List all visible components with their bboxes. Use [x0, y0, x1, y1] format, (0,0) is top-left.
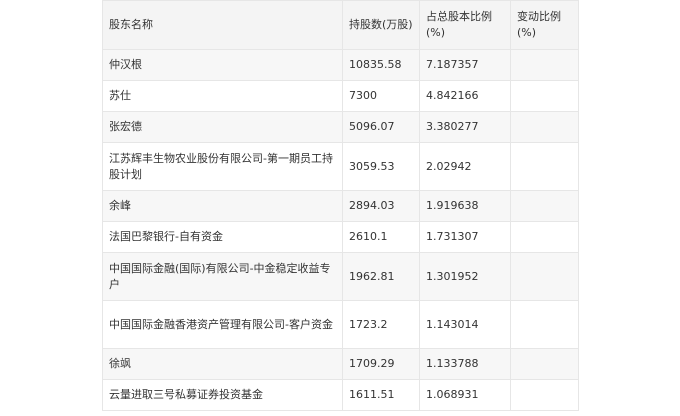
cell-ratio: 4.842166: [419, 80, 511, 112]
cell-name: 徐飒: [102, 348, 343, 380]
table-row: 余峰 2894.03 1.919638: [102, 190, 579, 222]
cell-name: 云量进取三号私募证券投资基金: [102, 379, 343, 411]
table-row: 苏仕 7300 4.842166: [102, 80, 579, 112]
cell-shares: 1611.51: [342, 379, 420, 411]
table-header-row: 股东名称 持股数(万股) 占总股本比例(%) 变动比例(%): [102, 0, 579, 50]
header-shares-held: 持股数(万股): [342, 0, 420, 50]
table-row: 法国巴黎银行-自有资金 2610.1 1.731307: [102, 221, 579, 253]
table-row: 云量进取三号私募证券投资基金 1611.51 1.068931: [102, 379, 579, 411]
cell-name: 中国国际金融(国际)有限公司-中金稳定收益专户: [102, 252, 343, 301]
cell-change: [510, 379, 579, 411]
cell-ratio: 3.380277: [419, 111, 511, 143]
cell-change: [510, 252, 579, 301]
cell-shares: 1723.2: [342, 300, 420, 349]
cell-change: [510, 49, 579, 81]
cell-name: 江苏辉丰生物农业股份有限公司-第一期员工持股计划: [102, 142, 343, 191]
table-row: 仲汉根 10835.58 7.187357: [102, 49, 579, 81]
cell-name: 张宏德: [102, 111, 343, 143]
cell-change: [510, 348, 579, 380]
cell-change: [510, 300, 579, 349]
header-change-ratio: 变动比例(%): [510, 0, 579, 50]
cell-shares: 3059.53: [342, 142, 420, 191]
header-share-ratio: 占总股本比例(%): [419, 0, 511, 50]
cell-shares: 10835.58: [342, 49, 420, 81]
cell-name: 苏仕: [102, 80, 343, 112]
cell-change: [510, 80, 579, 112]
cell-shares: 5096.07: [342, 111, 420, 143]
table-row: 江苏辉丰生物农业股份有限公司-第一期员工持股计划 3059.53 2.02942: [102, 142, 579, 191]
cell-name: 余峰: [102, 190, 343, 222]
cell-change: [510, 111, 579, 143]
cell-change: [510, 142, 579, 191]
cell-shares: 2610.1: [342, 221, 420, 253]
cell-ratio: 1.919638: [419, 190, 511, 222]
cell-ratio: 2.02942: [419, 142, 511, 191]
table-row: 中国国际金融香港资产管理有限公司-客户资金 1723.2 1.143014: [102, 300, 579, 349]
cell-ratio: 1.068931: [419, 379, 511, 411]
cell-change: [510, 190, 579, 222]
cell-ratio: 1.301952: [419, 252, 511, 301]
cell-ratio: 1.143014: [419, 300, 511, 349]
header-shareholder-name: 股东名称: [102, 0, 343, 50]
table-row: 徐飒 1709.29 1.133788: [102, 348, 579, 380]
cell-ratio: 7.187357: [419, 49, 511, 81]
cell-shares: 2894.03: [342, 190, 420, 222]
cell-name: 法国巴黎银行-自有资金: [102, 221, 343, 253]
cell-shares: 7300: [342, 80, 420, 112]
shareholder-table: 股东名称 持股数(万股) 占总股本比例(%) 变动比例(%) 仲汉根 10835…: [102, 0, 579, 411]
cell-name: 仲汉根: [102, 49, 343, 81]
table-row: 张宏德 5096.07 3.380277: [102, 111, 579, 143]
cell-shares: 1962.81: [342, 252, 420, 301]
cell-ratio: 1.731307: [419, 221, 511, 253]
shareholder-table-container: 股东名称 持股数(万股) 占总股本比例(%) 变动比例(%) 仲汉根 10835…: [102, 0, 579, 411]
cell-shares: 1709.29: [342, 348, 420, 380]
cell-change: [510, 221, 579, 253]
table-row: 中国国际金融(国际)有限公司-中金稳定收益专户 1962.81 1.301952: [102, 252, 579, 301]
cell-ratio: 1.133788: [419, 348, 511, 380]
cell-name: 中国国际金融香港资产管理有限公司-客户资金: [102, 300, 343, 349]
